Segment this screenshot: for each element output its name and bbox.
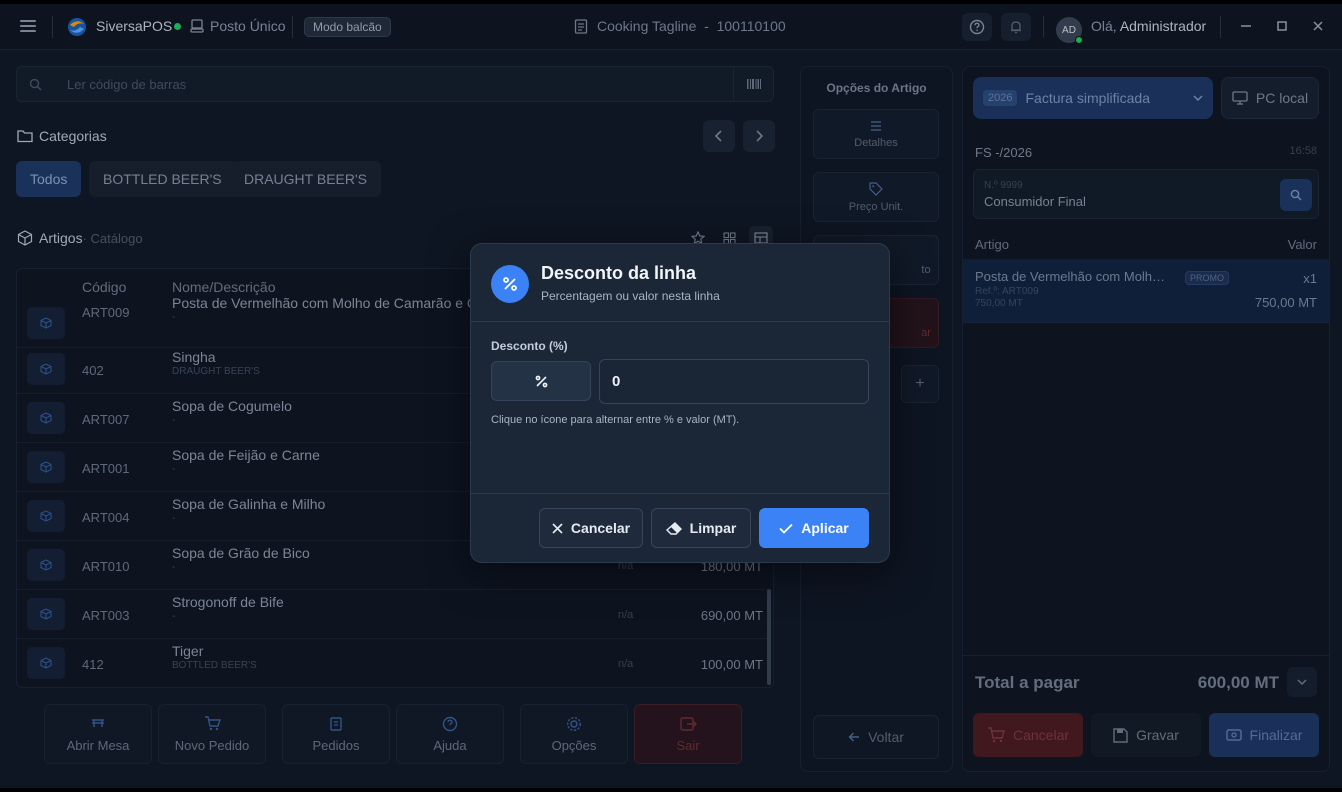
discount-field-label: Desconto (%) — [491, 339, 568, 353]
dialog-cancel-label: Cancelar — [570, 520, 631, 536]
discount-mode-toggle[interactable] — [491, 361, 591, 401]
discount-hint: Clique no ícone para alternar entre % e … — [491, 414, 740, 426]
dialog-apply-button[interactable]: Aplicar — [759, 508, 869, 548]
dialog-cancel-button[interactable]: Cancelar — [539, 508, 643, 548]
percent-icon — [491, 265, 529, 303]
check-icon — [779, 523, 793, 534]
dialog-apply-label: Aplicar — [801, 520, 849, 536]
discount-input[interactable] — [599, 359, 869, 404]
dialog-title: Desconto da linha — [541, 263, 697, 283]
eraser-icon — [665, 521, 682, 535]
dialog-clear-button[interactable]: Limpar — [651, 508, 751, 548]
close-icon — [552, 522, 563, 534]
line-discount-dialog: Desconto da linha Percentagem ou valor n… — [470, 243, 890, 563]
dialog-subtitle: Percentagem ou valor nesta linha — [541, 289, 720, 303]
divider — [471, 321, 889, 322]
divider — [471, 493, 889, 494]
dialog-clear-label: Limpar — [689, 520, 737, 536]
percent-icon — [535, 375, 547, 387]
